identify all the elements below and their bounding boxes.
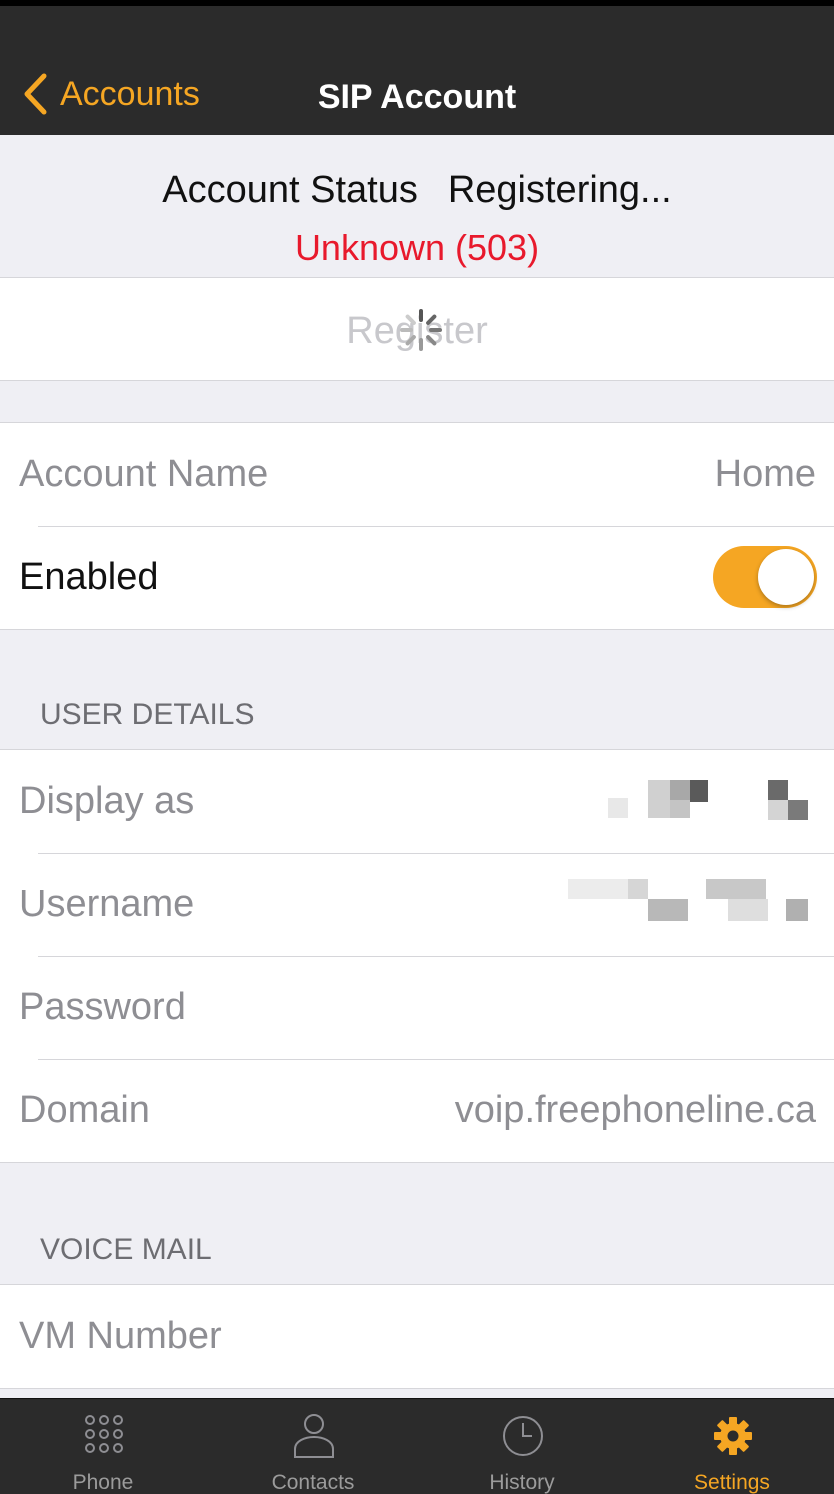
- enabled-toggle[interactable]: [713, 546, 817, 608]
- vm-number-label: VM Number: [19, 1315, 222, 1357]
- tab-history-label: History: [489, 1471, 555, 1494]
- tab-settings-label: Settings: [694, 1471, 770, 1494]
- password-row[interactable]: Password: [0, 956, 834, 1059]
- enabled-row: Enabled: [0, 526, 834, 629]
- tab-history[interactable]: History: [422, 1399, 622, 1494]
- navigation-bar: Accounts SIP Account: [0, 0, 834, 135]
- display-as-row[interactable]: Display as: [0, 750, 834, 853]
- enabled-label: Enabled: [19, 556, 159, 598]
- toggle-knob: [758, 549, 814, 605]
- person-icon: [294, 1414, 334, 1458]
- username-row[interactable]: Username: [0, 853, 834, 956]
- domain-label: Domain: [19, 1089, 150, 1131]
- tab-contacts-label: Contacts: [271, 1471, 355, 1494]
- clock-icon: [503, 1416, 543, 1456]
- domain-value: voip.freephoneline.ca: [454, 1089, 816, 1131]
- password-label: Password: [19, 986, 186, 1028]
- tab-bar: Phone Contacts History Settings: [0, 1398, 834, 1494]
- page-title: SIP Account: [317, 78, 517, 116]
- gear-icon: [714, 1417, 752, 1455]
- status-value: Registering...: [447, 169, 672, 211]
- account-name-row[interactable]: Account Name Home: [0, 423, 834, 526]
- voice-mail-group: VM Number: [0, 1284, 834, 1389]
- display-as-label: Display as: [19, 780, 195, 822]
- username-label: Username: [19, 883, 195, 925]
- domain-row[interactable]: Domain voip.freephoneline.ca: [0, 1059, 834, 1162]
- tab-phone[interactable]: Phone: [3, 1399, 203, 1494]
- keypad-icon: [85, 1415, 123, 1453]
- tab-settings[interactable]: Settings: [632, 1399, 832, 1494]
- voice-mail-header: VOICE MAIL: [40, 1233, 212, 1266]
- account-status-panel: Account Status Registering... Unknown (50…: [0, 135, 834, 278]
- status-error: Unknown (503): [294, 227, 540, 268]
- account-name-value: Home: [714, 453, 816, 495]
- loading-spinner-icon: [400, 309, 442, 351]
- user-details-group: Display as Username Password Domain voip…: [0, 749, 834, 1163]
- status-label: Account Status: [162, 169, 418, 211]
- vm-number-row[interactable]: VM Number: [0, 1285, 834, 1388]
- tab-phone-label: Phone: [72, 1471, 134, 1494]
- account-group: Account Name Home Enabled: [0, 422, 834, 630]
- user-details-header: USER DETAILS: [40, 698, 255, 731]
- tab-contacts[interactable]: Contacts: [213, 1399, 413, 1494]
- account-name-label: Account Name: [19, 453, 269, 495]
